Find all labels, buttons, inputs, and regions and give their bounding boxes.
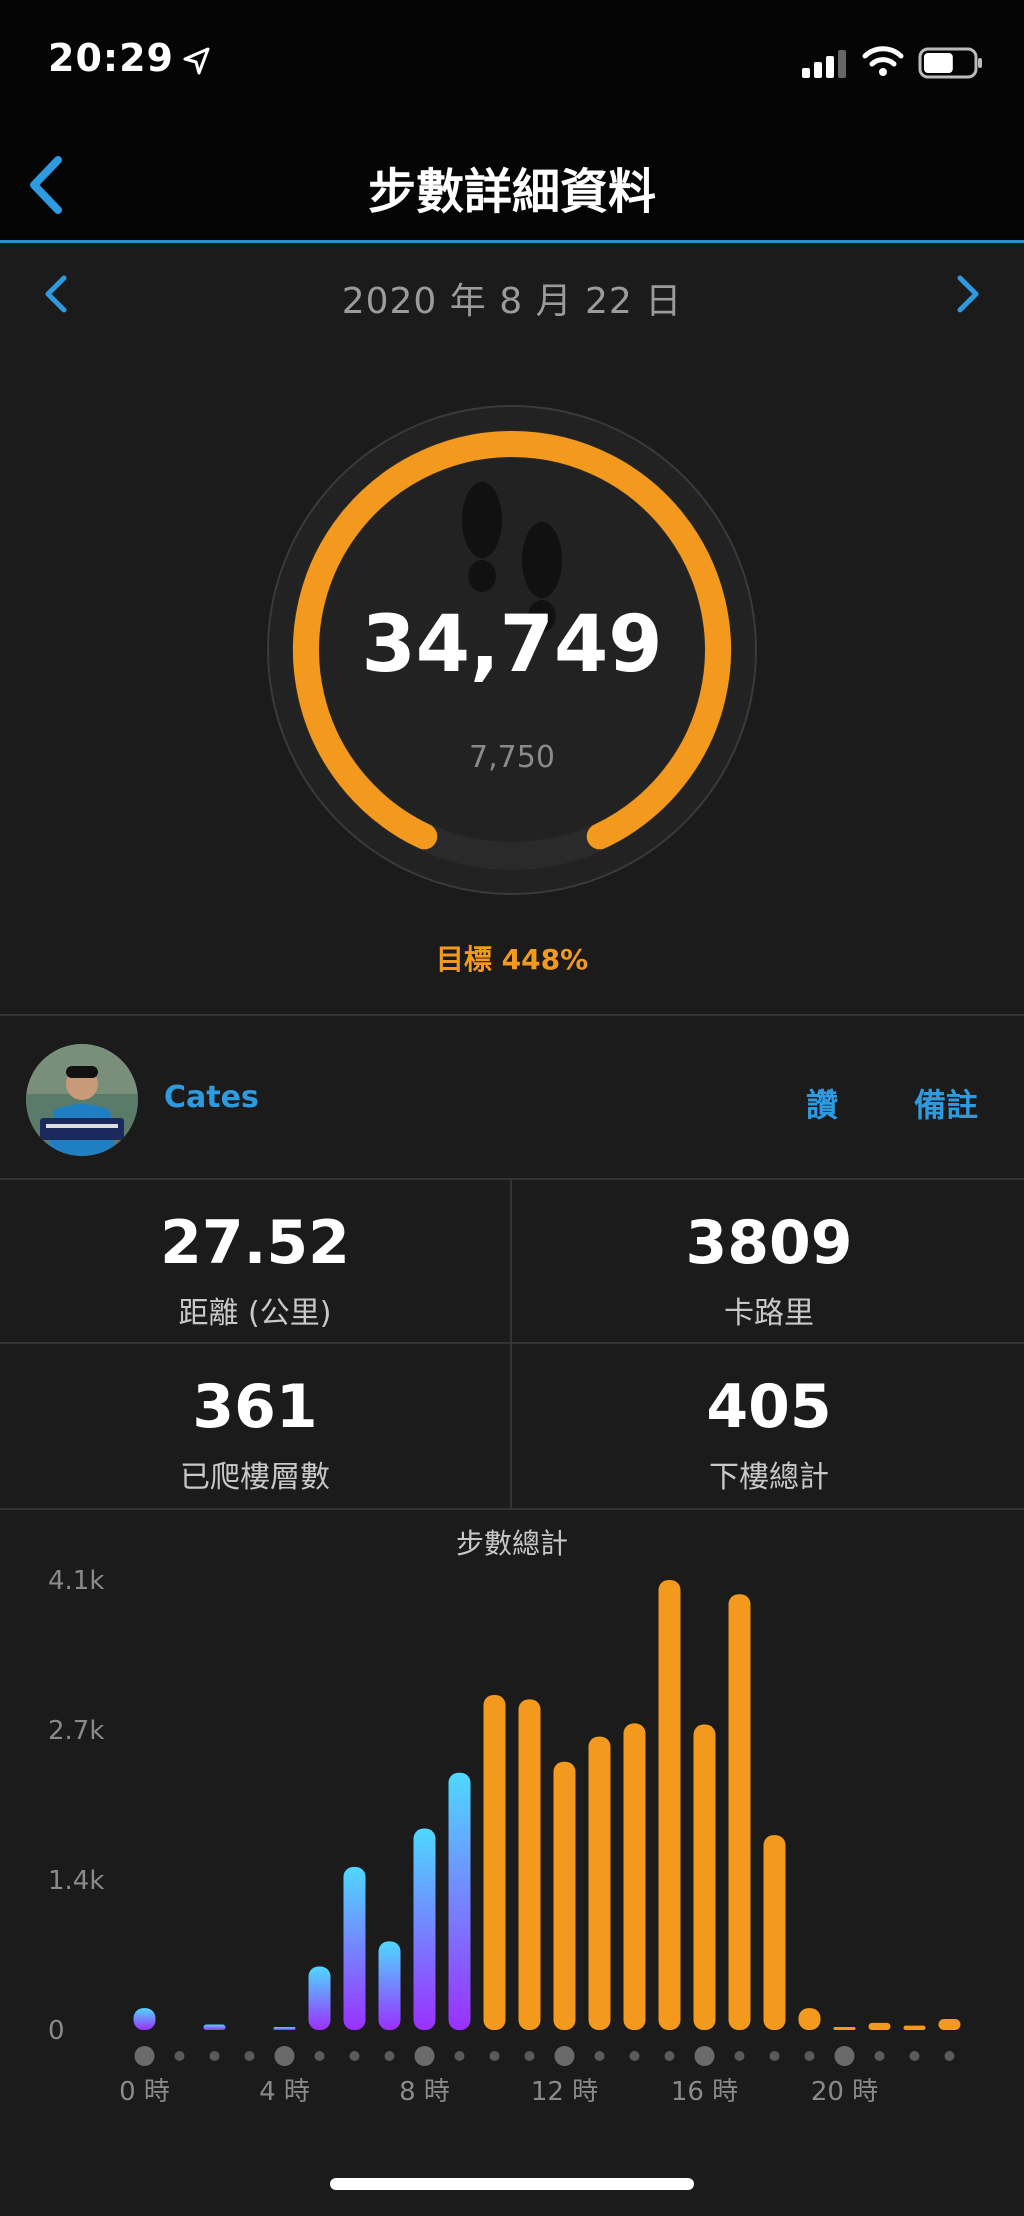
avatar-image	[26, 1044, 138, 1156]
hour-marker-dot	[664, 2051, 675, 2061]
goal-row: 目標 448%	[0, 938, 1024, 978]
x-tick-label: 8 時	[399, 2077, 450, 2107]
date-label: 2020 年 8 月 22 日	[341, 281, 683, 322]
hour-marker-dot	[489, 2051, 500, 2061]
chart-bar-hour-10	[483, 1694, 506, 2030]
divider	[0, 1508, 1024, 1510]
hour-marker-dot	[834, 2046, 855, 2066]
notes-button[interactable]: 備註	[914, 1080, 978, 1126]
hour-marker-dot	[524, 2051, 535, 2061]
x-tick-label: 4 時	[259, 2077, 310, 2107]
chart-bar-hour-20	[833, 2027, 856, 2030]
hourly-steps-chart: 0 1.4k 2.7k 4.1k 0 時 4 時 8 時 12 時 16 時 20 時	[48, 1566, 961, 2107]
x-tick-label: 20 時	[811, 2077, 878, 2107]
chart-bar-hour-7	[378, 1941, 401, 2030]
hour-marker-dot	[134, 2046, 155, 2066]
hour-marker-dot	[414, 2046, 435, 2066]
cellular-signal-icon	[802, 50, 846, 78]
avatar[interactable]	[26, 1044, 138, 1156]
y-tick-label: 0	[48, 2016, 65, 2046]
x-tick-label: 0 時	[119, 2077, 170, 2107]
hour-marker-dot	[349, 2051, 360, 2061]
chart-bar-hour-16	[693, 1724, 716, 2030]
hour-marker-dot	[734, 2051, 745, 2061]
calories-label: 卡路里	[724, 1296, 814, 1331]
y-tick-label: 2.7k	[48, 1716, 104, 1746]
wifi-icon	[862, 46, 904, 76]
hour-marker-dot	[629, 2051, 640, 2061]
floors-descended-value: 405	[706, 1372, 832, 1442]
divider	[0, 1178, 1024, 1180]
chart-bar-hour-23	[938, 2019, 961, 2030]
divider	[0, 1342, 1024, 1344]
floors-climbed-label: 已爬樓層數	[180, 1460, 330, 1495]
chart-bar-hour-12	[553, 1761, 576, 2030]
chart-bar-hour-19	[798, 2008, 821, 2030]
hour-marker-dot	[314, 2051, 325, 2061]
hour-marker-dot	[174, 2051, 185, 2061]
chart-bar-hour-6	[343, 1866, 366, 2030]
y-tick-label: 4.1k	[48, 1566, 104, 1596]
chevron-right-icon	[957, 275, 979, 313]
chart-bar-hour-5	[308, 1966, 331, 2030]
steps-secondary-value: 7,750	[469, 740, 555, 775]
chart-bar-hour-17	[728, 1594, 751, 2030]
hour-marker-dot	[554, 2046, 575, 2066]
chart-bar-hour-15	[658, 1580, 681, 2030]
chart-bar-hour-21	[868, 2022, 891, 2030]
chart-title: 步數總計	[455, 1527, 568, 1560]
hour-marker-dot	[694, 2046, 715, 2066]
chart-bar-hour-9	[448, 1772, 471, 2030]
goal-label: 目標	[435, 943, 492, 976]
hour-marker-dot	[594, 2051, 605, 2061]
divider	[0, 1014, 1024, 1016]
user-name[interactable]: Cates	[164, 1080, 259, 1115]
location-arrow-icon	[183, 47, 210, 75]
nav-bar: 步數詳細資料	[0, 130, 1024, 243]
hour-marker-dot	[384, 2051, 395, 2061]
status-bar: 20:29	[0, 0, 1024, 130]
floors-climbed-value: 361	[192, 1372, 318, 1442]
x-tick-label: 12 時	[531, 2077, 598, 2107]
chart-bar-hour-11	[518, 1699, 541, 2030]
chart-bar-hour-14	[623, 1723, 646, 2030]
calories-value: 3809	[685, 1208, 853, 1278]
hour-marker-dot	[244, 2051, 255, 2061]
chart-bar-hour-13	[588, 1736, 611, 2030]
hour-marker-dot	[454, 2051, 465, 2061]
hour-marker-dot	[804, 2051, 815, 2061]
page-title: 步數詳細資料	[367, 164, 656, 220]
x-tick-label: 16 時	[671, 2077, 738, 2107]
battery-icon	[918, 47, 982, 79]
chart-bar-hour-0	[133, 2008, 156, 2030]
hour-marker-dot	[909, 2051, 920, 2061]
chart-bar-hour-4	[273, 2027, 296, 2030]
chart-bar-hour-22	[903, 2025, 926, 2030]
hour-marker-dot	[874, 2051, 885, 2061]
next-day-button[interactable]	[948, 272, 988, 316]
goal-percent: 448%	[501, 943, 589, 976]
floors-descended-label: 下樓總計	[709, 1460, 829, 1495]
hour-marker-dot	[274, 2046, 295, 2066]
y-tick-label: 1.4k	[48, 1866, 104, 1896]
hour-marker-dot	[944, 2051, 955, 2061]
chart-bar-hour-18	[763, 1835, 786, 2030]
distance-value: 27.52	[160, 1208, 350, 1278]
chart-bar-hour-2	[203, 2024, 226, 2030]
home-indicator[interactable]	[330, 2178, 694, 2190]
hour-marker-dot	[769, 2051, 780, 2061]
steps-total-value: 34,749	[361, 600, 663, 690]
status-time: 20:29	[48, 36, 174, 80]
chart-bar-hour-8	[413, 1828, 436, 2030]
like-button[interactable]: 讚	[806, 1080, 838, 1126]
hour-marker-dot	[209, 2051, 220, 2061]
distance-label: 距離 (公里)	[178, 1296, 332, 1331]
divider	[510, 1180, 512, 1510]
